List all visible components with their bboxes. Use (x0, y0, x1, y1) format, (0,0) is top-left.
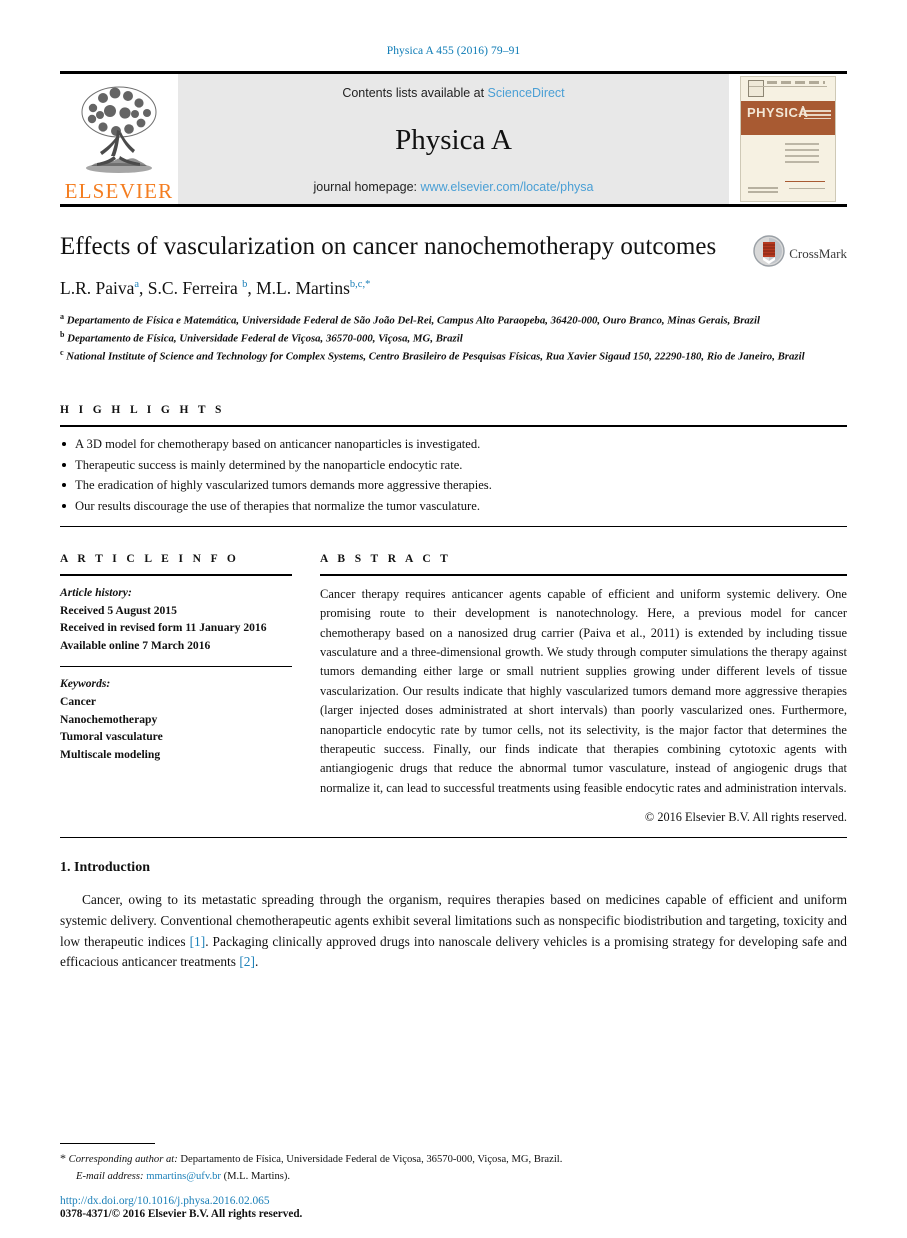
list-item: A 3D model for chemotherapy based on ant… (60, 434, 847, 454)
cover-publisher-mark (748, 80, 764, 97)
email-address-label: E-mail address: (76, 1171, 144, 1183)
article-info-divider (60, 666, 292, 668)
elsevier-wordmark: ELSEVIER (64, 179, 174, 203)
author-affiliation-marker[interactable]: a (134, 279, 139, 290)
affiliation-text: National Institute of Science and Techno… (66, 350, 805, 363)
highlights-heading: H I G H L I G H T S (60, 404, 225, 417)
corresponding-author-text: Departamento de Física, Universidade Fed… (177, 1154, 563, 1166)
history-revised: Received in revised form 11 January 2016 (60, 621, 267, 635)
email-note: E-mail address: mmartins@ufv.br (M.L. Ma… (60, 1169, 847, 1186)
article-info-column: A R T I C L E I N F O Article history: R… (60, 553, 292, 825)
affiliation-marker: c (60, 347, 64, 357)
affiliation-text: Departamento de Física, Universidade Fed… (67, 332, 463, 345)
keywords-label: Keywords: (60, 677, 111, 691)
crossmark-label: CrossMark (789, 245, 847, 261)
crossmark-badge[interactable]: CrossMark (753, 231, 847, 272)
affiliation-item: a Departamento de Física e Matemática, U… (60, 311, 847, 329)
author-name: S.C. Ferreira (147, 278, 238, 298)
introduction-paragraph: Cancer, owing to its metastatic spreadin… (60, 890, 847, 973)
footnote-star-marker: * (60, 1151, 66, 1166)
page-title: Effects of vascularization on cancer nan… (60, 233, 717, 260)
highlights-list: A 3D model for chemotherapy based on ant… (60, 434, 847, 516)
homepage-prefix: journal homepage: (313, 180, 421, 194)
page-footer: * Corresponding author at: Departamento … (60, 1143, 847, 1220)
section-title: Introduction (74, 860, 150, 876)
title-block: Effects of vascularization on cancer nan… (60, 231, 847, 299)
email-link[interactable]: mmartins@ufv.br (146, 1171, 221, 1182)
doi-link[interactable]: http://dx.doi.org/10.1016/j.physa.2016.0… (60, 1195, 847, 1207)
author-affiliation-marker[interactable]: b,c,* (350, 279, 370, 290)
paragraph-text: . (254, 954, 259, 970)
list-item: Therapeutic success is mainly determined… (60, 455, 847, 475)
email-owner: (M.L. Martins). (223, 1171, 291, 1183)
citation-link-2[interactable]: [2] (239, 954, 255, 969)
elsevier-tree-icon (73, 82, 165, 180)
list-item: Our results discourage the use of therap… (60, 496, 847, 516)
elsevier-logo-block: ELSEVIER (60, 74, 178, 204)
masthead-bottom-rule (60, 204, 847, 207)
journal-title: Physica A (395, 123, 512, 156)
sciencedirect-link[interactable]: ScienceDirect (488, 86, 565, 100)
abstract-bottom-rule (60, 837, 847, 839)
cover-editor-lines (785, 143, 819, 167)
keyword-item: Nanochemotherapy (60, 712, 158, 726)
journal-masthead: ELSEVIER Contents lists available at Sci… (60, 74, 847, 204)
article-info-heading: A R T I C L E I N F O (60, 552, 240, 565)
highlights-top-rule (60, 425, 847, 428)
abstract-copyright: © 2016 Elsevier B.V. All rights reserved… (644, 810, 847, 825)
cover-bottom-rule (785, 181, 825, 182)
journal-banner: Contents lists available at ScienceDirec… (178, 74, 729, 204)
cover-subtitle-lines (804, 110, 831, 119)
author-list: L.R. Paivaa, S.C. Ferreira b, M.L. Marti… (60, 278, 371, 298)
citation-link-1[interactable]: [1] (190, 934, 206, 949)
article-page: Physica A 455 (2016) 79–91 ELSEVIER Cont… (0, 0, 907, 1238)
section-number: 1. (60, 860, 71, 876)
affiliation-item: b Departamento de Física, Universidade F… (60, 329, 847, 347)
footnote-rule (60, 1143, 155, 1145)
history-received: Received 5 August 2015 (60, 603, 177, 617)
cover-footer-right (789, 188, 825, 191)
article-history-block: Article history: Received 5 August 2015 … (60, 584, 292, 654)
journal-homepage-link[interactable]: www.elsevier.com/locate/physa (421, 180, 594, 194)
affiliation-marker: a (60, 312, 64, 321)
author-name: L.R. Paiva (60, 278, 135, 298)
crossmark-icon (753, 235, 785, 272)
abstract-text: Cancer therapy requires anticancer agent… (320, 586, 847, 795)
info-abstract-row: A R T I C L E I N F O Article history: R… (60, 553, 847, 825)
cover-header-text (767, 81, 825, 84)
affiliation-text: Departamento de Física e Matemática, Uni… (66, 314, 761, 327)
journal-cover-thumbnail: PHYSICA A (740, 76, 836, 202)
keyword-item: Cancer (60, 694, 97, 708)
list-item: The eradication of highly vascularized t… (60, 475, 847, 495)
corresponding-author-label: Corresponding author at: (68, 1154, 178, 1166)
abstract-rule (320, 573, 847, 576)
article-info-rule (60, 573, 292, 576)
history-online: Available online 7 March 2016 (60, 638, 211, 652)
author-name: M.L. Martins (256, 278, 350, 298)
journal-cover-block: PHYSICA A (729, 74, 847, 204)
section-heading-introduction: 1. Introduction (60, 860, 847, 876)
article-history-label: Article history: (60, 585, 132, 599)
contents-prefix: Contents lists available at (342, 86, 488, 100)
keyword-item: Tumoral vasculature (60, 730, 163, 744)
abstract-column: A B S T R A C T Cancer therapy requires … (320, 553, 847, 825)
affiliation-item: c National Institute of Science and Tech… (60, 347, 847, 365)
highlights-bottom-rule (60, 525, 847, 527)
cover-footer-left (748, 187, 778, 195)
contents-available-line: Contents lists available at ScienceDirec… (342, 86, 564, 100)
author-affiliation-marker[interactable]: b (242, 279, 247, 290)
running-head: Physica A 455 (2016) 79–91 (386, 45, 521, 57)
journal-homepage-line: journal homepage: www.elsevier.com/locat… (313, 180, 593, 194)
title-and-authors: Effects of vascularization on cancer nan… (60, 231, 753, 299)
issn-copyright-line: 0378-4371/© 2016 Elsevier B.V. All right… (60, 1208, 303, 1220)
highlights-section: H I G H L I G H T S A 3D model for chemo… (60, 404, 847, 527)
affiliations: a Departamento de Física e Matemática, U… (60, 311, 847, 364)
affiliation-marker: b (60, 329, 65, 339)
keywords-block: Keywords: Cancer Nanochemotherapy Tumora… (60, 675, 292, 763)
abstract-heading: A B S T R A C T (320, 552, 452, 565)
cover-top-rule (749, 86, 827, 87)
keyword-item: Multiscale modeling (60, 747, 161, 761)
corresponding-author-note: * Corresponding author at: Departamento … (60, 1149, 847, 1169)
